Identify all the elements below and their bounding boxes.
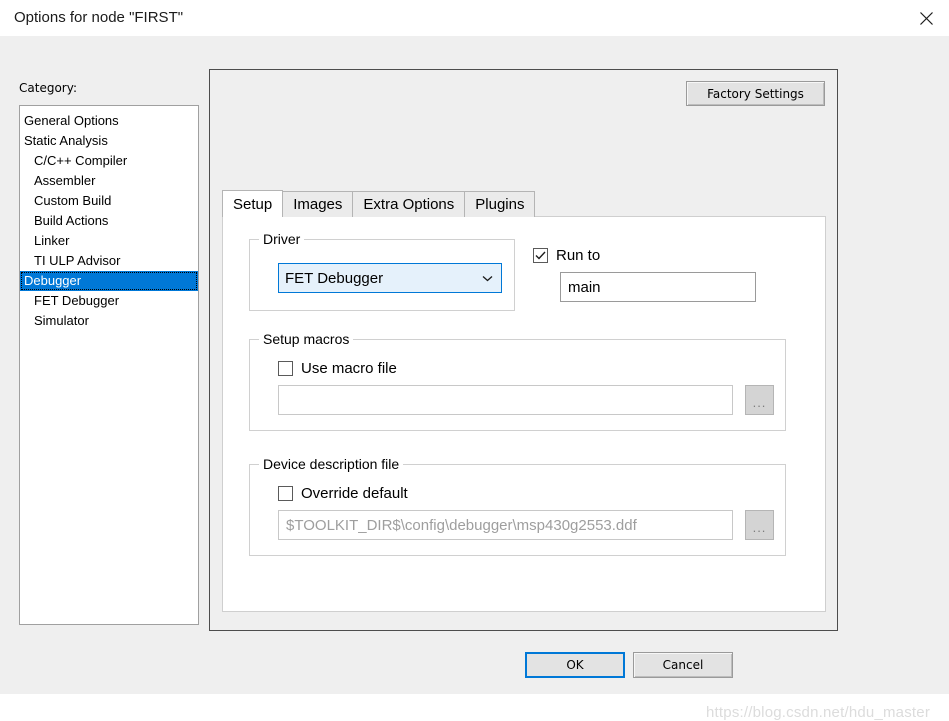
run-to-input[interactable]: main: [560, 272, 756, 302]
macro-file-path-row: ...: [278, 385, 774, 415]
tab-setup[interactable]: Setup: [222, 190, 284, 217]
use-macro-file-row[interactable]: Use macro file: [278, 360, 397, 377]
cancel-button[interactable]: Cancel: [633, 652, 733, 678]
chevron-down-icon: [479, 275, 495, 282]
override-default-row[interactable]: Override default: [278, 485, 408, 502]
run-to-row[interactable]: Run to: [533, 247, 600, 264]
macro-file-input[interactable]: [278, 385, 733, 415]
category-item-simulator[interactable]: Simulator: [20, 311, 198, 331]
use-macro-file-label: Use macro file: [301, 360, 397, 377]
close-button[interactable]: [903, 0, 949, 36]
run-to-input-value: main: [568, 278, 601, 296]
device-description-path-row: $TOOLKIT_DIR$\config\debugger\msp430g255…: [278, 510, 774, 540]
category-item-build-actions[interactable]: Build Actions: [20, 211, 198, 231]
macro-file-browse-button[interactable]: ...: [745, 385, 774, 415]
category-item-static-analysis[interactable]: Static Analysis: [20, 131, 198, 151]
tab-extra-options[interactable]: Extra Options: [352, 191, 466, 217]
run-to-block: Run to main: [533, 247, 756, 302]
device-description-input[interactable]: $TOOLKIT_DIR$\config\debugger\msp430g255…: [278, 510, 733, 540]
title-bar: Options for node "FIRST": [0, 0, 949, 36]
driver-select-value: FET Debugger: [285, 269, 384, 287]
tab-plugins[interactable]: Plugins: [464, 191, 536, 217]
close-icon: [919, 11, 933, 25]
use-macro-file-checkbox[interactable]: [278, 361, 293, 376]
factory-settings-button[interactable]: Factory Settings: [686, 81, 825, 106]
driver-group: Driver FET Debugger: [249, 231, 515, 311]
tab-strip: Setup Images Extra Options Plugins: [222, 190, 536, 217]
driver-select[interactable]: FET Debugger: [278, 263, 502, 293]
category-item-custom-build[interactable]: Custom Build: [20, 191, 198, 211]
category-item-fet-debugger[interactable]: FET Debugger: [20, 291, 198, 311]
device-description-input-value: $TOOLKIT_DIR$\config\debugger\msp430g255…: [286, 516, 637, 534]
tab-content-setup: Driver FET Debugger Run to main Setup ma…: [222, 216, 826, 612]
category-item-ti-ulp-advisor[interactable]: TI ULP Advisor: [20, 251, 198, 271]
category-item-assembler[interactable]: Assembler: [20, 171, 198, 191]
options-panel: Factory Settings Setup Images Extra Opti…: [209, 69, 838, 631]
device-description-group: Device description file Override default…: [249, 456, 786, 556]
setup-macros-group: Setup macros Use macro file ...: [249, 331, 786, 431]
driver-group-title: Driver: [259, 231, 305, 247]
device-description-browse-button[interactable]: ...: [745, 510, 774, 540]
category-label: Category:: [19, 81, 77, 95]
category-item-debugger[interactable]: Debugger: [20, 271, 198, 291]
watermark-text: https://blog.csdn.net/hdu_master: [706, 704, 931, 721]
category-list[interactable]: General Options Static Analysis C/C++ Co…: [19, 105, 199, 625]
category-item-general-options[interactable]: General Options: [20, 111, 198, 131]
category-item-linker[interactable]: Linker: [20, 231, 198, 251]
override-default-checkbox[interactable]: [278, 486, 293, 501]
tab-images[interactable]: Images: [282, 191, 354, 217]
window-title: Options for node "FIRST": [14, 9, 184, 26]
ok-button[interactable]: OK: [525, 652, 625, 678]
setup-macros-group-title: Setup macros: [259, 331, 354, 347]
run-to-checkbox[interactable]: [533, 248, 548, 263]
category-item-c-cpp-compiler[interactable]: C/C++ Compiler: [20, 151, 198, 171]
override-default-label: Override default: [301, 485, 408, 502]
dialog-body: Category: General Options Static Analysi…: [0, 36, 949, 721]
device-description-group-title: Device description file: [259, 456, 404, 472]
run-to-label: Run to: [556, 247, 601, 264]
check-icon: [535, 251, 546, 260]
